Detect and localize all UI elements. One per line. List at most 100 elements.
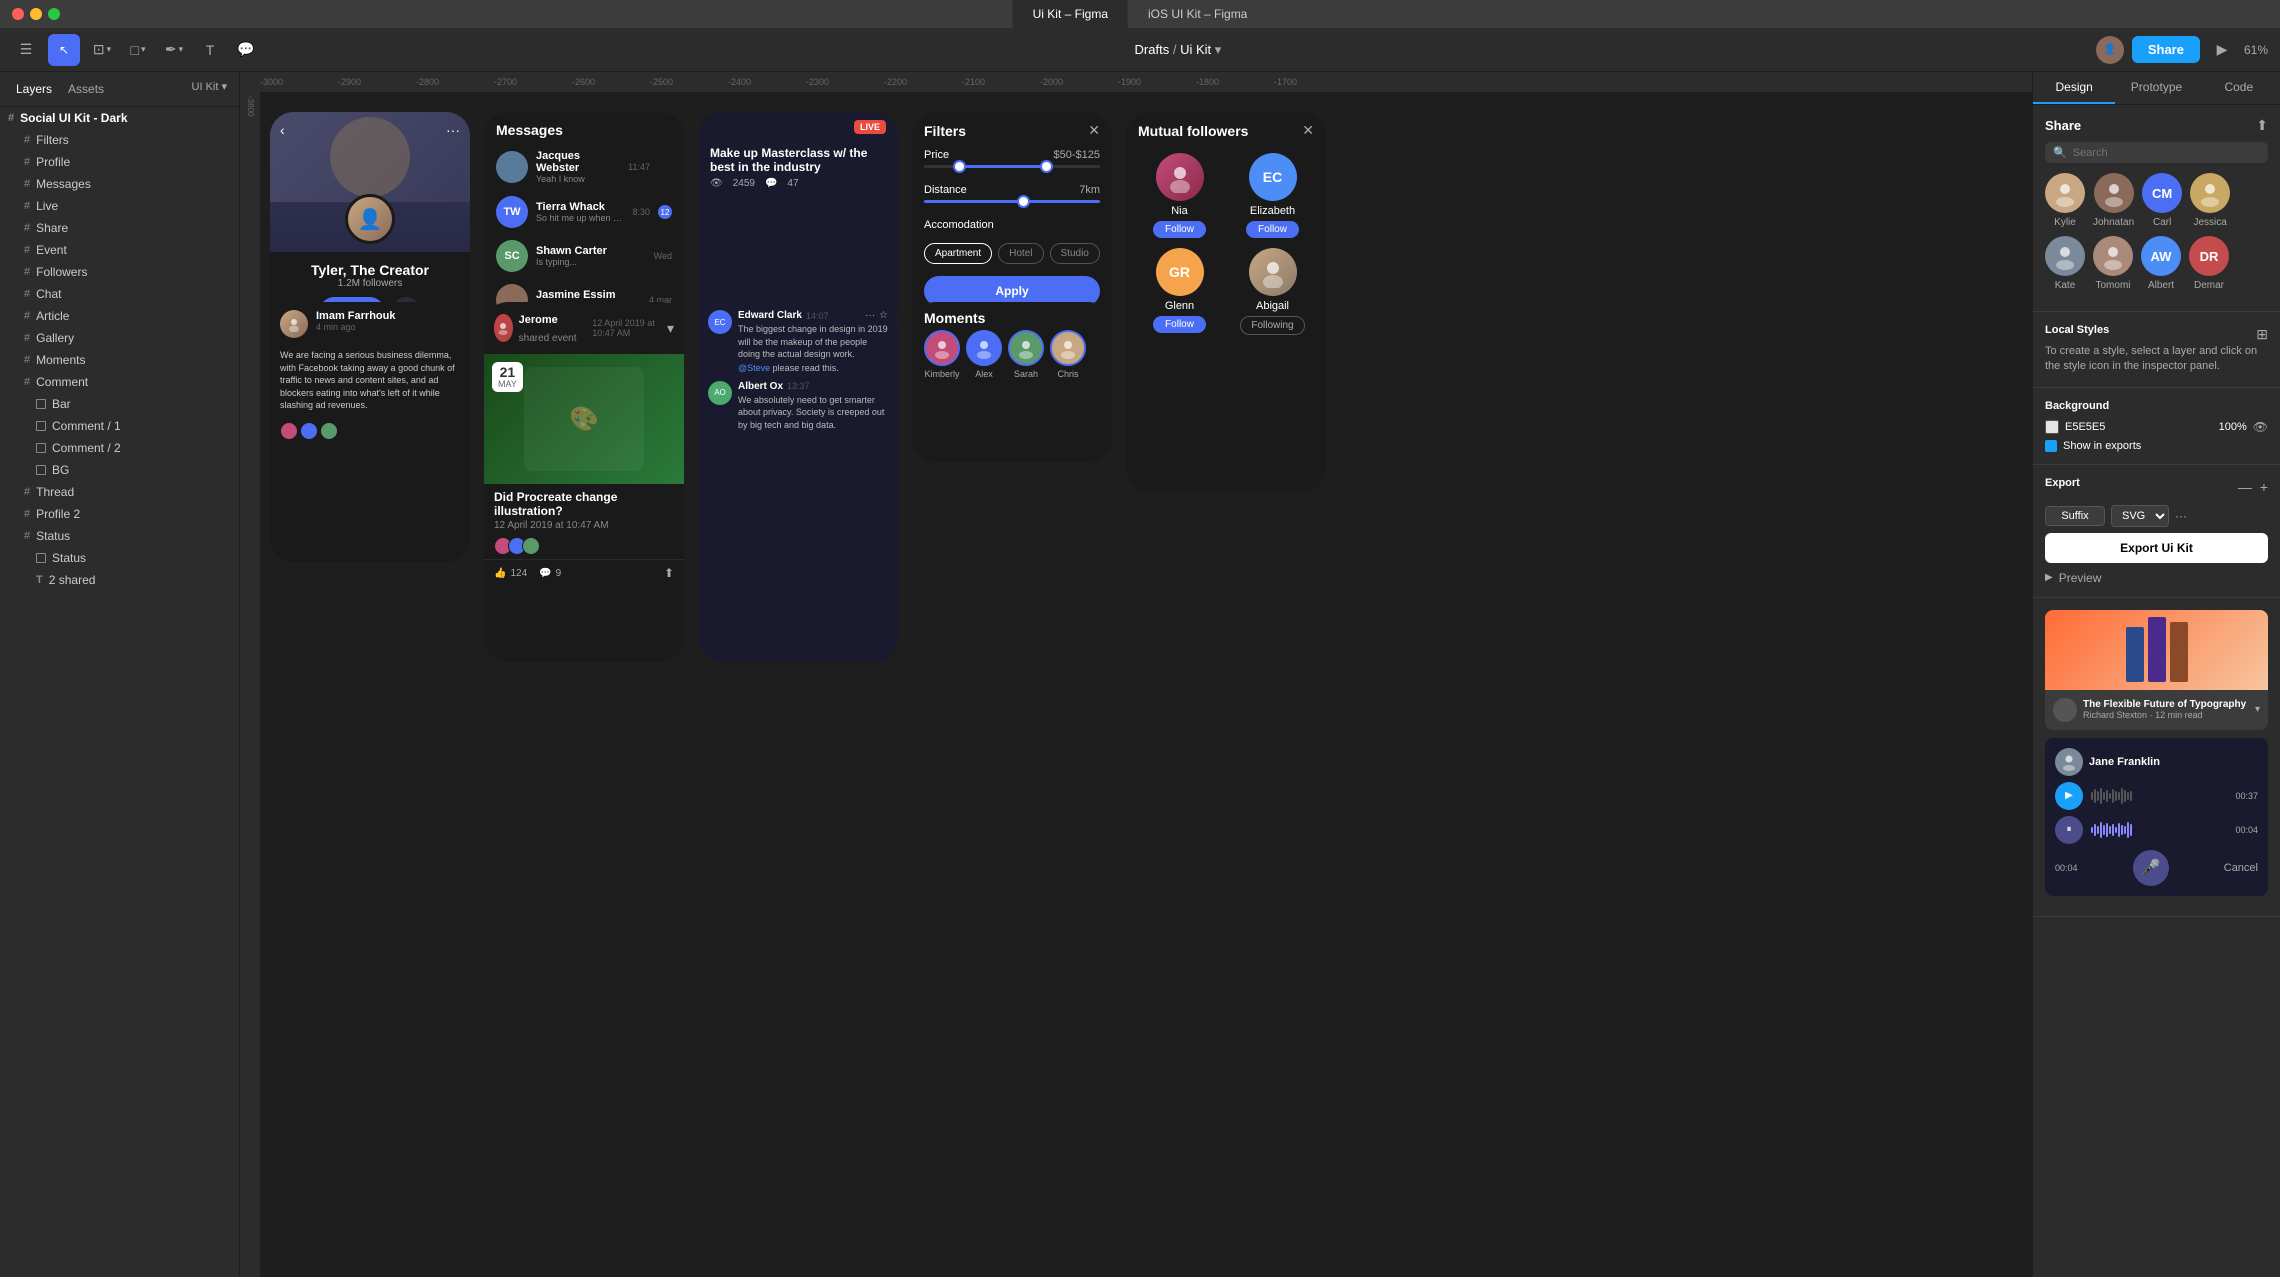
comment-tool[interactable]: 💬	[232, 36, 260, 64]
follow-elizabeth-button[interactable]: Follow	[1246, 221, 1299, 238]
background-title: Background	[2045, 400, 2268, 412]
export-kit-button[interactable]: Export Ui Kit	[2045, 533, 2268, 563]
layer-followers[interactable]: #Followers	[0, 261, 239, 283]
code-tab[interactable]: Code	[2198, 72, 2280, 104]
layer-2shared[interactable]: T2 shared	[0, 569, 239, 591]
back-icon[interactable]: ‹	[280, 122, 285, 138]
close-button[interactable]	[12, 8, 24, 20]
audio-player-row: ▶	[2055, 782, 2258, 810]
price-slider[interactable]	[924, 165, 1100, 168]
message-item[interactable]: SC Shawn Carter Is typing... Wed	[484, 234, 684, 278]
layer-bg[interactable]: BG	[0, 459, 239, 481]
event-reactions: 👍 124 💬 9 ⬆	[484, 559, 684, 586]
distance-slider-handle[interactable]	[1017, 195, 1030, 208]
mention-link[interactable]: @Steve	[738, 363, 770, 373]
filters-close-button[interactable]: ✕	[1088, 122, 1100, 139]
assets-tab[interactable]: Assets	[64, 80, 108, 98]
text-tool[interactable]: T	[196, 36, 224, 64]
add-icon[interactable]: +	[2260, 479, 2268, 495]
layer-status[interactable]: #Status	[0, 525, 239, 547]
layer-bar[interactable]: Bar	[0, 393, 239, 415]
color-control[interactable]: E5E5E5	[2045, 420, 2105, 434]
visibility-icon[interactable]: 👁	[2253, 420, 2268, 434]
more-options-icon[interactable]: ···	[446, 122, 460, 138]
live-title: Make up Masterclass w/ the best in the i…	[710, 146, 886, 174]
star-icon[interactable]: ☆	[879, 310, 888, 321]
audio-pause-button[interactable]: ⏸	[2055, 816, 2083, 844]
format-select[interactable]: SVG PNG PDF	[2111, 505, 2169, 527]
layer-chat[interactable]: #Chat	[0, 283, 239, 305]
show-in-exports-checkbox[interactable]	[2045, 440, 2057, 452]
layer-comment1[interactable]: Comment / 1	[0, 415, 239, 437]
chip-studio[interactable]: Studio	[1050, 243, 1100, 264]
layer-event[interactable]: #Event	[0, 239, 239, 261]
comment-button[interactable]: 💬 9	[539, 568, 561, 579]
more-options-icon[interactable]: ···	[865, 310, 875, 321]
suffix-input[interactable]	[2045, 506, 2105, 526]
layer-live[interactable]: #Live	[0, 195, 239, 217]
mic-button[interactable]: 🎤	[2133, 850, 2169, 886]
canvas-viewport[interactable]: ‹ ··· 👤 Tyler, The Creator 1.2M follower…	[260, 92, 2032, 1277]
layer-comment[interactable]: #Comment	[0, 371, 239, 393]
shape-tool[interactable]: □▾	[124, 36, 152, 64]
follow-glenn-button[interactable]: Follow	[1153, 316, 1206, 333]
layer-profile2[interactable]: #Profile 2	[0, 503, 239, 525]
price-slider-right-handle[interactable]	[1040, 160, 1053, 173]
pen-tool[interactable]: ✒▾	[160, 36, 188, 64]
mutual-close-button[interactable]: ✕	[1302, 122, 1314, 139]
layer-profile[interactable]: #Profile	[0, 151, 239, 173]
user-avatar[interactable]: 👤	[2096, 36, 2124, 64]
share-button[interactable]: ⬆	[664, 566, 674, 580]
layer-article[interactable]: #Article	[0, 305, 239, 327]
event-action: shared event	[519, 333, 577, 344]
play-button[interactable]: ▶	[2208, 36, 2236, 64]
chip-apartment[interactable]: Apartment	[924, 243, 992, 264]
ui-kit-selector[interactable]: UI Kit ▾	[192, 80, 227, 98]
root-layer-item[interactable]: # Social UI Kit - Dark	[0, 107, 239, 129]
layers-tab[interactable]: Layers	[12, 80, 56, 98]
message-item[interactable]: Jacques Webster Yeah I know 11:47 1	[484, 144, 684, 190]
expand-icon[interactable]: ▾	[667, 320, 674, 337]
edward-message-mention: @Steve please read this.	[738, 363, 888, 373]
minimize-button[interactable]	[30, 8, 42, 20]
move-tool[interactable]: ↖	[48, 34, 80, 66]
layer-moments[interactable]: #Moments	[0, 349, 239, 371]
menu-button[interactable]: ☰	[12, 36, 40, 64]
window-controls[interactable]	[12, 8, 60, 20]
message-item[interactable]: TW Tierra Whack So hit me up when you're…	[484, 190, 684, 234]
layer-gallery[interactable]: #Gallery	[0, 327, 239, 349]
frame-tool[interactable]: ⊡▾	[88, 36, 116, 64]
chip-hotel[interactable]: Hotel	[998, 243, 1043, 264]
maximize-button[interactable]	[48, 8, 60, 20]
profile-avatar-wrapper: 👤	[345, 194, 395, 244]
avatar-kate: Kate	[2045, 236, 2085, 291]
follow-nia-button[interactable]: Follow	[1153, 221, 1206, 238]
like-button[interactable]: 👍 124	[494, 568, 527, 579]
remove-icon[interactable]: —	[2238, 479, 2252, 495]
avatar-johnatan-circle	[2094, 173, 2134, 213]
preview-toggle[interactable]: ▶ Preview	[2045, 571, 2268, 585]
design-tab[interactable]: Design	[2033, 72, 2115, 104]
layer-comment2[interactable]: Comment / 2	[0, 437, 239, 459]
price-slider-left-handle[interactable]	[953, 160, 966, 173]
share-upload-icon[interactable]: ⬆	[2256, 117, 2268, 134]
canvas-area[interactable]: -3000 -2900 -2800 -2700 -2600 -2500 -240…	[240, 72, 2032, 1277]
price-value: $50-$125	[1054, 149, 1101, 161]
local-styles-title: Local Styles	[2045, 324, 2109, 336]
following-abigail-button[interactable]: Following	[1240, 316, 1304, 335]
color-swatch[interactable]	[2045, 420, 2059, 434]
layer-share[interactable]: #Share	[0, 217, 239, 239]
layer-status-frame[interactable]: Status	[0, 547, 239, 569]
tab-ios-ui-kit[interactable]: iOS UI Kit – Figma	[1128, 0, 1267, 28]
export-options-icon[interactable]: ···	[2175, 509, 2187, 523]
audio-play-button[interactable]: ▶	[2055, 782, 2083, 810]
search-input[interactable]	[2073, 147, 2260, 159]
layer-thread[interactable]: #Thread	[0, 481, 239, 503]
layer-messages[interactable]: #Messages	[0, 173, 239, 195]
layer-filters[interactable]: #Filters	[0, 129, 239, 151]
share-button[interactable]: Share	[2132, 36, 2200, 63]
tab-ui-kit[interactable]: Ui Kit – Figma	[1013, 0, 1128, 28]
prototype-tab[interactable]: Prototype	[2115, 72, 2197, 104]
distance-slider[interactable]	[924, 200, 1100, 203]
cancel-button[interactable]: Cancel	[2224, 862, 2258, 874]
